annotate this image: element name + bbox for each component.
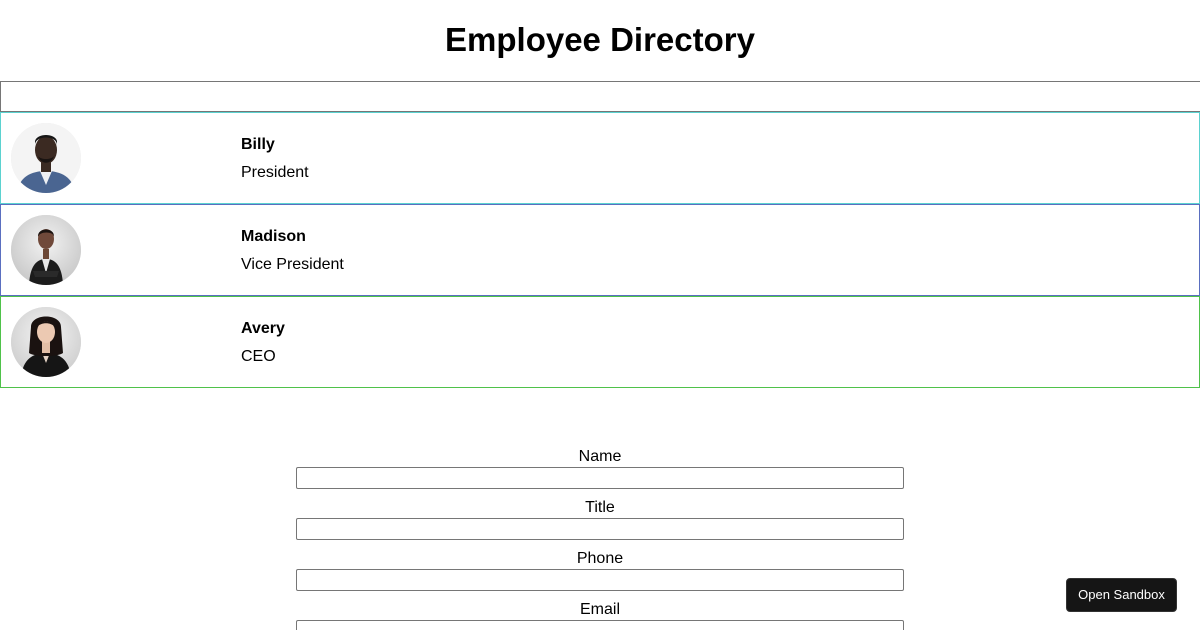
name-input[interactable] — [296, 467, 904, 489]
phone-field-group: Phone — [296, 549, 904, 591]
person-photo-icon — [11, 215, 81, 285]
employee-row-avery[interactable]: Avery CEO — [0, 296, 1200, 388]
employee-name: Avery — [241, 320, 285, 337]
employee-row-madison[interactable]: Madison Vice President — [0, 204, 1200, 296]
employee-title: Vice President — [241, 256, 344, 273]
employee-name: Billy — [241, 136, 275, 153]
employee-name: Madison — [241, 228, 306, 245]
phone-label: Phone — [576, 550, 624, 567]
employee-title: President — [241, 164, 309, 181]
employee-form: Name Title Phone Email — [296, 447, 904, 630]
avatar — [11, 123, 81, 193]
page-title: Employee Directory — [445, 21, 755, 58]
avatar — [11, 215, 81, 285]
employee-title: CEO — [241, 348, 276, 365]
open-sandbox-button[interactable]: Open Sandbox — [1066, 578, 1177, 612]
page: Employee Directory Billy President Madis… — [0, 0, 1200, 630]
phone-input[interactable] — [296, 569, 904, 591]
email-label: Email — [579, 601, 620, 618]
title-label: Title — [585, 499, 615, 516]
employee-row-billy[interactable]: Billy President — [0, 112, 1200, 204]
person-photo-icon — [11, 307, 81, 377]
name-field-group: Name — [296, 447, 904, 489]
title-input[interactable] — [296, 518, 904, 540]
email-field-group: Email — [296, 600, 904, 630]
avatar — [11, 307, 81, 377]
title-field-group: Title — [296, 498, 904, 540]
name-label: Name — [578, 448, 622, 465]
employee-list: Billy President Madison Vice President A… — [0, 112, 1200, 388]
person-photo-icon — [11, 123, 81, 193]
email-input[interactable] — [296, 620, 904, 630]
search-input[interactable] — [0, 81, 1200, 112]
